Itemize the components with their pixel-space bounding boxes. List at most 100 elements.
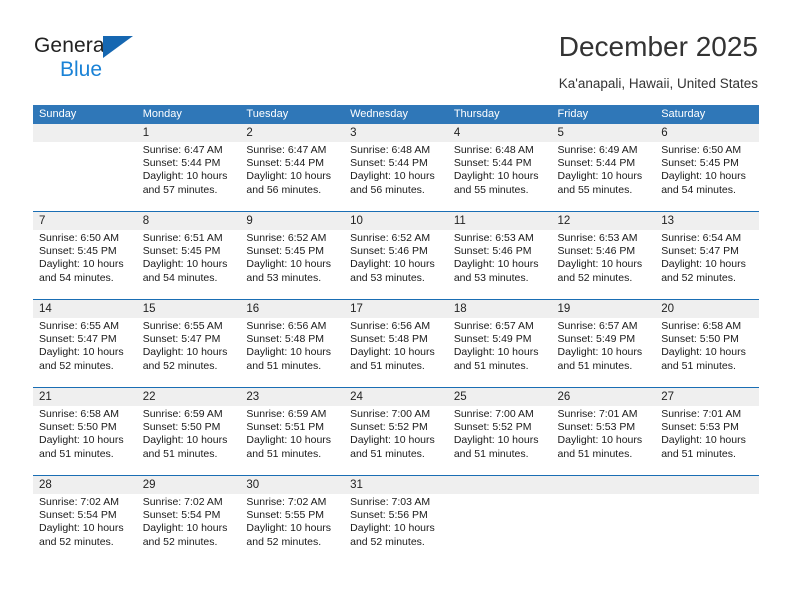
day-number[interactable]: 28 xyxy=(33,476,137,494)
sunrise-time: Sunrise: 6:50 AM xyxy=(39,232,119,244)
sunset-time: Sunset: 5:44 PM xyxy=(142,157,221,170)
day-cell-empty xyxy=(655,494,759,562)
sunset-time: Sunset: 5:50 PM xyxy=(661,333,739,346)
day-cell[interactable]: Sunrise: 6:47 AM Sunset: 5:44 PM Daylight:… xyxy=(136,142,241,210)
sunset-time: Sunset: 5:48 PM xyxy=(246,333,325,346)
day-cell[interactable]: Sunrise: 6:59 AM Sunset: 5:50 PM Daylight:… xyxy=(136,406,241,474)
day-number[interactable]: 30 xyxy=(240,476,345,494)
day-cell[interactable]: Sunrise: 6:58 AM Sunset: 5:50 PM Daylight:… xyxy=(655,318,759,386)
day-number[interactable]: 4 xyxy=(447,124,552,142)
sunset-time: Sunset: 5:47 PM xyxy=(142,333,221,346)
day-number[interactable]: 9 xyxy=(240,212,345,230)
day-number[interactable]: 21 xyxy=(33,388,137,406)
day-cell[interactable]: Sunrise: 6:59 AM Sunset: 5:51 PM Daylight:… xyxy=(240,406,345,474)
day-number[interactable]: 22 xyxy=(136,388,241,406)
day-cell[interactable]: Sunrise: 6:47 AM Sunset: 5:44 PM Daylight:… xyxy=(240,142,345,210)
day-cell[interactable]: Sunrise: 6:51 AM Sunset: 5:45 PM Daylight:… xyxy=(136,230,241,298)
day-cell[interactable]: Sunrise: 6:56 AM Sunset: 5:48 PM Daylight:… xyxy=(240,318,345,386)
day-number[interactable]: 26 xyxy=(551,388,656,406)
daylight-duration-line1: Daylight: 10 hours xyxy=(557,434,643,447)
day-number[interactable]: 6 xyxy=(655,124,759,142)
generalblue-logo[interactable]: General Blue xyxy=(34,33,234,89)
weekday-header-wednesday: Wednesday xyxy=(344,105,448,124)
day-cell[interactable]: Sunrise: 7:00 AM Sunset: 5:52 PM Daylight:… xyxy=(344,406,448,474)
day-number[interactable]: 19 xyxy=(551,300,656,318)
daylight-duration-line2: and 56 minutes. xyxy=(246,183,322,196)
day-number-empty xyxy=(33,124,137,142)
daylight-duration-line1: Daylight: 10 hours xyxy=(246,170,332,183)
day-cell[interactable]: Sunrise: 7:01 AM Sunset: 5:53 PM Daylight:… xyxy=(655,406,759,474)
daylight-duration-line1: Daylight: 10 hours xyxy=(142,170,228,183)
day-number[interactable]: 27 xyxy=(655,388,759,406)
sunset-time: Sunset: 5:54 PM xyxy=(39,509,117,522)
week-detail-row: Sunrise: 6:55 AM Sunset: 5:47 PM Daylight:… xyxy=(33,318,759,386)
day-number[interactable]: 1 xyxy=(136,124,241,142)
day-cell[interactable]: Sunrise: 6:57 AM Sunset: 5:49 PM Daylight:… xyxy=(447,318,552,386)
day-number[interactable]: 13 xyxy=(655,212,759,230)
day-cell[interactable]: Sunrise: 6:48 AM Sunset: 5:44 PM Daylight:… xyxy=(344,142,448,210)
day-number[interactable]: 25 xyxy=(447,388,552,406)
day-cell[interactable]: Sunrise: 7:02 AM Sunset: 5:54 PM Daylight:… xyxy=(136,494,241,562)
sunrise-time: Sunrise: 6:53 AM xyxy=(557,232,638,244)
day-number[interactable]: 7 xyxy=(33,212,137,230)
day-number[interactable]: 24 xyxy=(344,388,448,406)
day-cell[interactable]: Sunrise: 6:55 AM Sunset: 5:47 PM Daylight:… xyxy=(136,318,241,386)
sunset-time: Sunset: 5:53 PM xyxy=(557,421,636,434)
day-cell[interactable]: Sunrise: 6:55 AM Sunset: 5:47 PM Daylight:… xyxy=(33,318,137,386)
day-number[interactable]: 31 xyxy=(344,476,448,494)
day-number[interactable]: 3 xyxy=(344,124,448,142)
day-number[interactable]: 12 xyxy=(551,212,656,230)
sunset-time: Sunset: 5:44 PM xyxy=(557,157,636,170)
day-cell[interactable]: Sunrise: 7:02 AM Sunset: 5:54 PM Daylight:… xyxy=(33,494,137,562)
day-cell[interactable]: Sunrise: 7:00 AM Sunset: 5:52 PM Daylight:… xyxy=(447,406,552,474)
daylight-duration-line2: and 51 minutes. xyxy=(246,359,322,372)
day-number[interactable]: 20 xyxy=(655,300,759,318)
day-number[interactable]: 23 xyxy=(240,388,345,406)
daylight-duration-line1: Daylight: 10 hours xyxy=(350,434,435,447)
day-number[interactable]: 14 xyxy=(33,300,137,318)
sunrise-sunset-calendar: Sunday Monday Tuesday Wednesday Thursday… xyxy=(33,105,759,562)
sunrise-time: Sunrise: 6:48 AM xyxy=(350,144,431,156)
sunset-time: Sunset: 5:52 PM xyxy=(453,421,532,434)
sunrise-time: Sunrise: 6:52 AM xyxy=(350,232,431,244)
sunset-time: Sunset: 5:48 PM xyxy=(350,333,428,346)
day-number[interactable]: 17 xyxy=(344,300,448,318)
week-detail-row: Sunrise: 7:02 AM Sunset: 5:54 PM Daylight:… xyxy=(33,494,759,562)
sunset-time: Sunset: 5:45 PM xyxy=(661,157,739,170)
day-number[interactable]: 5 xyxy=(551,124,656,142)
day-number[interactable]: 2 xyxy=(240,124,345,142)
day-cell[interactable]: Sunrise: 6:52 AM Sunset: 5:45 PM Daylight:… xyxy=(240,230,345,298)
day-cell[interactable]: Sunrise: 6:53 AM Sunset: 5:46 PM Daylight:… xyxy=(551,230,656,298)
day-cell[interactable]: Sunrise: 6:57 AM Sunset: 5:49 PM Daylight:… xyxy=(551,318,656,386)
day-cell[interactable]: Sunrise: 7:03 AM Sunset: 5:56 PM Daylight:… xyxy=(344,494,448,562)
day-cell[interactable]: Sunrise: 6:49 AM Sunset: 5:44 PM Daylight:… xyxy=(551,142,656,210)
daylight-duration-line2: and 53 minutes. xyxy=(246,271,322,284)
day-cell[interactable]: Sunrise: 6:54 AM Sunset: 5:47 PM Daylight:… xyxy=(655,230,759,298)
day-cell[interactable]: Sunrise: 6:48 AM Sunset: 5:44 PM Daylight:… xyxy=(447,142,552,210)
sunrise-time: Sunrise: 6:53 AM xyxy=(453,232,534,244)
daylight-duration-line2: and 51 minutes. xyxy=(350,447,425,460)
daylight-duration-line1: Daylight: 10 hours xyxy=(142,258,228,271)
day-cell[interactable]: Sunrise: 7:01 AM Sunset: 5:53 PM Daylight:… xyxy=(551,406,656,474)
day-number[interactable]: 15 xyxy=(136,300,241,318)
day-cell[interactable]: Sunrise: 6:56 AM Sunset: 5:48 PM Daylight:… xyxy=(344,318,448,386)
daylight-duration-line1: Daylight: 10 hours xyxy=(453,434,539,447)
day-number[interactable]: 11 xyxy=(447,212,552,230)
day-cell[interactable]: Sunrise: 6:50 AM Sunset: 5:45 PM Daylight:… xyxy=(655,142,759,210)
week-detail-row: Sunrise: 6:47 AM Sunset: 5:44 PM Daylight:… xyxy=(33,142,759,210)
day-cell[interactable]: Sunrise: 6:58 AM Sunset: 5:50 PM Daylight:… xyxy=(33,406,137,474)
day-cell[interactable]: Sunrise: 6:52 AM Sunset: 5:46 PM Daylight:… xyxy=(344,230,448,298)
day-number[interactable]: 29 xyxy=(136,476,241,494)
day-cell[interactable]: Sunrise: 6:50 AM Sunset: 5:45 PM Daylight:… xyxy=(33,230,137,298)
sunrise-time: Sunrise: 7:03 AM xyxy=(350,496,431,508)
day-number[interactable]: 10 xyxy=(344,212,448,230)
day-number[interactable]: 8 xyxy=(136,212,241,230)
day-number[interactable]: 16 xyxy=(240,300,345,318)
day-number[interactable]: 18 xyxy=(447,300,552,318)
daylight-duration-line1: Daylight: 10 hours xyxy=(142,346,228,359)
day-cell[interactable]: Sunrise: 6:53 AM Sunset: 5:46 PM Daylight:… xyxy=(447,230,552,298)
sunrise-time: Sunrise: 6:57 AM xyxy=(453,320,534,332)
day-cell[interactable]: Sunrise: 7:02 AM Sunset: 5:55 PM Daylight:… xyxy=(240,494,345,562)
location-subtitle: Ka'anapali, Hawaii, United States xyxy=(558,76,758,91)
sunset-time: Sunset: 5:50 PM xyxy=(39,421,117,434)
